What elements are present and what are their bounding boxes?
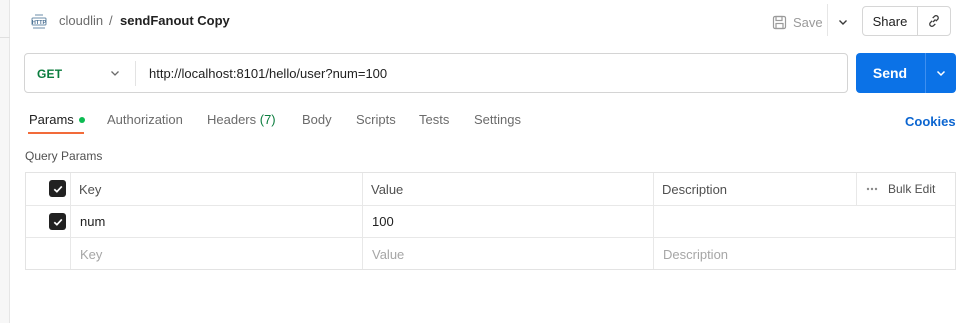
bulk-edit-label: Bulk Edit bbox=[888, 182, 936, 196]
cookies-link[interactable]: Cookies bbox=[905, 114, 956, 129]
table-row: num 100 bbox=[26, 205, 955, 238]
new-description-input[interactable]: Description bbox=[663, 247, 728, 262]
tab-label: Tests bbox=[419, 112, 450, 127]
save-label: Save bbox=[793, 14, 823, 30]
chevron-down-icon bbox=[936, 70, 946, 77]
headers-count: (7) bbox=[259, 112, 276, 127]
tab-label: Authorization bbox=[107, 112, 183, 127]
bulk-edit-button[interactable]: Bulk Edit bbox=[866, 182, 935, 196]
tab-tests[interactable]: Tests bbox=[419, 112, 449, 127]
tab-body[interactable]: Body bbox=[302, 112, 332, 127]
more-dots-icon bbox=[866, 187, 878, 191]
send-button[interactable]: Send bbox=[856, 53, 924, 93]
link-icon bbox=[929, 15, 939, 27]
save-options-button[interactable] bbox=[832, 8, 854, 36]
send-label: Send bbox=[872, 65, 908, 81]
tab-scripts[interactable]: Scripts bbox=[356, 112, 396, 127]
tab-settings[interactable]: Settings bbox=[474, 112, 521, 127]
tab-label: Settings bbox=[474, 112, 521, 127]
active-tab-underline bbox=[28, 132, 84, 134]
save-icon bbox=[772, 15, 787, 29]
tab-params[interactable]: Params bbox=[28, 112, 85, 134]
http-file-icon: HTTP bbox=[31, 14, 47, 29]
tab-label: Headers bbox=[207, 112, 260, 127]
query-params-table: Key Value Description Bulk Edit num 100 … bbox=[25, 172, 956, 270]
breadcrumb-collection[interactable]: cloudlin bbox=[59, 13, 103, 28]
column-header-key: Key bbox=[79, 182, 102, 197]
column-divider bbox=[362, 173, 363, 269]
table-header-row: Key Value Description Bulk Edit bbox=[26, 173, 955, 206]
tab-label: Params bbox=[29, 112, 74, 127]
send-options-button[interactable] bbox=[926, 53, 956, 93]
tab-label: Scripts bbox=[356, 112, 396, 127]
breadcrumb-separator: / bbox=[109, 13, 113, 28]
checkmark-icon bbox=[53, 185, 62, 193]
row-checkbox[interactable] bbox=[49, 213, 66, 230]
column-divider bbox=[856, 173, 857, 205]
save-button[interactable]: Save bbox=[770, 8, 828, 36]
table-row-new: Key Value Description bbox=[26, 238, 955, 270]
copy-link-button[interactable] bbox=[917, 6, 951, 36]
column-divider bbox=[653, 173, 654, 269]
http-method-select[interactable]: GET bbox=[37, 67, 62, 81]
new-key-input[interactable]: Key bbox=[80, 247, 102, 262]
share-button[interactable]: Share bbox=[862, 6, 918, 36]
send-button-group: Send bbox=[856, 53, 956, 93]
param-key-input[interactable]: num bbox=[80, 214, 105, 229]
request-header: HTTP cloudlin / sendFanout Copy Save Sha… bbox=[10, 0, 980, 42]
column-divider bbox=[70, 173, 71, 269]
request-title[interactable]: sendFanout Copy bbox=[120, 13, 230, 28]
request-url-bar: GET http://localhost:8101/hello/user?num… bbox=[24, 53, 848, 93]
tab-headers[interactable]: Headers (7) bbox=[207, 112, 276, 127]
share-label: Share bbox=[872, 13, 908, 29]
column-header-value: Value bbox=[371, 182, 404, 197]
query-params-title: Query Params bbox=[25, 149, 103, 163]
svg-text:HTTP: HTTP bbox=[32, 20, 47, 26]
chevron-down-icon bbox=[839, 20, 847, 25]
column-header-description: Description bbox=[662, 182, 728, 197]
select-all-checkbox[interactable] bbox=[49, 180, 66, 197]
checkmark-icon bbox=[53, 218, 62, 226]
left-sidebar-edge bbox=[0, 0, 10, 323]
chevron-down-icon[interactable] bbox=[108, 66, 122, 80]
sidebar-divider bbox=[0, 37, 10, 38]
active-indicator-dot bbox=[78, 116, 85, 123]
tab-label: Body bbox=[302, 112, 332, 127]
method-divider bbox=[135, 61, 136, 86]
param-value-input[interactable]: 100 bbox=[372, 214, 394, 229]
save-divider bbox=[827, 4, 828, 36]
tab-authorization[interactable]: Authorization bbox=[107, 112, 183, 127]
url-input[interactable]: http://localhost:8101/hello/user?num=100 bbox=[149, 66, 387, 81]
new-value-input[interactable]: Value bbox=[372, 247, 404, 262]
